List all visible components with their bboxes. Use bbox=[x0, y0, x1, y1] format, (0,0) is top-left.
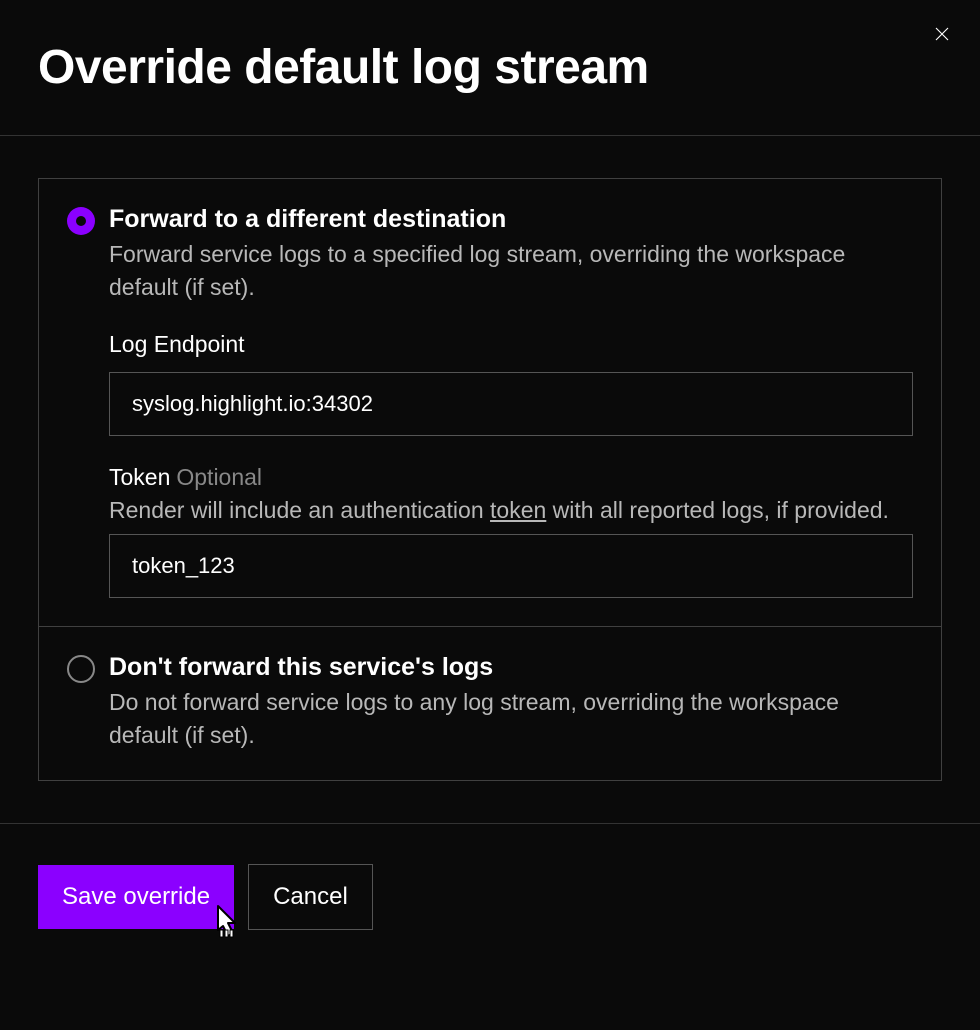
option-dont-forward-title: Don't forward this service's logs bbox=[109, 653, 913, 682]
endpoint-input[interactable] bbox=[109, 372, 913, 436]
close-icon bbox=[933, 25, 951, 43]
close-button[interactable] bbox=[930, 22, 954, 46]
dialog-header: Override default log stream bbox=[0, 0, 980, 135]
token-label: TokenOptional bbox=[109, 464, 913, 491]
option-forward-content: Forward to a different destination Forwa… bbox=[109, 205, 913, 598]
token-label-suffix: Optional bbox=[176, 464, 262, 490]
dialog-body: Forward to a different destination Forwa… bbox=[0, 136, 980, 781]
radio-forward[interactable] bbox=[67, 207, 95, 235]
option-dont-forward: Don't forward this service's logs Do not… bbox=[39, 626, 941, 779]
option-forward-description: Forward service logs to a specified log … bbox=[109, 238, 913, 303]
token-help-post: with all reported logs, if provided. bbox=[546, 497, 889, 523]
option-forward: Forward to a different destination Forwa… bbox=[39, 179, 941, 626]
token-label-text: Token bbox=[109, 464, 170, 490]
token-help-pre: Render will include an authentication bbox=[109, 497, 490, 523]
token-help: Render will include an authentication to… bbox=[109, 497, 913, 524]
option-forward-title: Forward to a different destination bbox=[109, 205, 913, 234]
endpoint-group: Log Endpoint bbox=[109, 331, 913, 436]
token-input[interactable] bbox=[109, 534, 913, 598]
cancel-button[interactable]: Cancel bbox=[248, 864, 373, 930]
save-button[interactable]: Save override bbox=[38, 865, 234, 929]
dialog-title: Override default log stream bbox=[38, 40, 942, 95]
dialog-footer: Save override Cancel bbox=[0, 824, 980, 968]
token-help-link[interactable]: token bbox=[490, 497, 546, 523]
token-group: TokenOptional Render will include an aut… bbox=[109, 464, 913, 598]
option-dont-forward-description: Do not forward service logs to any log s… bbox=[109, 686, 913, 751]
option-dont-forward-content: Don't forward this service's logs Do not… bbox=[109, 653, 913, 751]
options-container: Forward to a different destination Forwa… bbox=[38, 178, 942, 781]
radio-dont-forward[interactable] bbox=[67, 655, 95, 683]
endpoint-label: Log Endpoint bbox=[109, 331, 913, 358]
